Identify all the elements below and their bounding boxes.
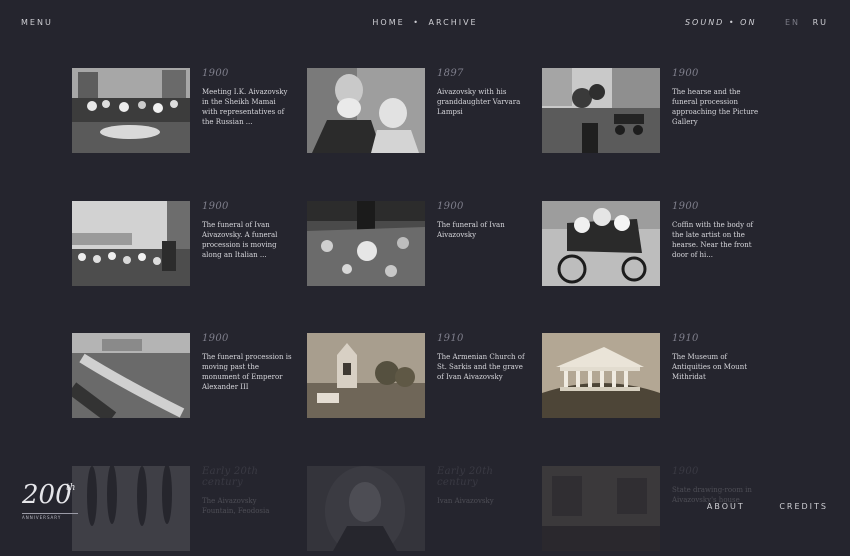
anniversary-logo[interactable]: 200 th ANNIVERSARY — [22, 480, 78, 520]
breadcrumb-home[interactable]: HOME — [372, 18, 404, 27]
archive-photo-garden-crowd[interactable] — [72, 68, 190, 153]
archive-card-meta: 1910 The Armenian Church of St. Sarkis a… — [437, 333, 527, 382]
archive-year: 1900 — [202, 201, 229, 212]
archive-photo-portrait[interactable] — [307, 466, 425, 551]
archive-year: Early 20th century — [437, 466, 494, 488]
logo-rule — [22, 513, 78, 514]
archive-card[interactable]: 1900 The funeral of Ivan Aivazovsky. A f… — [72, 201, 292, 291]
archive-year: 1900 — [202, 333, 229, 344]
archive-year: 1900 — [672, 68, 699, 79]
archive-card[interactable]: 1900 Meeting I.K. Aivazovsky in the Shei… — [72, 68, 292, 158]
archive-year: 1900 — [672, 466, 699, 477]
about-link[interactable]: ABOUT — [707, 502, 745, 511]
archive-photo-procession-square[interactable] — [72, 333, 190, 418]
archive-card-meta: 1900 The funeral procession is moving pa… — [202, 333, 292, 392]
archive-card[interactable]: 1897 Aivazovsky with his granddaughter V… — [307, 68, 527, 158]
archive-card-meta: 1900 The funeral of Ivan Aivazovsky. A f… — [202, 201, 292, 260]
archive-photo-funeral-crowd-street[interactable] — [72, 201, 190, 286]
sound-toggle[interactable]: SOUND • ON — [685, 18, 756, 27]
top-bar: MENU HOME • ARCHIVE SOUND • ON EN RU — [0, 0, 850, 46]
credits-link[interactable]: CREDITS — [779, 502, 828, 511]
archive-card-meta: Early 20th century The Aivazovsky Founta… — [202, 466, 292, 516]
archive-card[interactable]: 1900 State drawing-room in Aivazovsky's … — [542, 466, 762, 556]
archive-title[interactable]: The funeral of Ivan Aivazovsky. A funera… — [202, 220, 292, 260]
archive-year: Early 20th century — [202, 466, 259, 488]
archive-title[interactable]: The hearse and the funeral procession ap… — [672, 87, 762, 127]
archive-card[interactable]: 1900 The funeral of Ivan Aivazovsky — [307, 201, 527, 291]
archive-card[interactable]: 1900 The funeral procession is moving pa… — [72, 333, 292, 423]
archive-title[interactable]: Coffin with the body of the late artist … — [672, 220, 762, 260]
archive-card-meta: 1900 State drawing-room in Aivazovsky's … — [672, 466, 762, 505]
archive-card[interactable]: Early 20th century Ivan Aivazovsky — [307, 466, 527, 556]
archive-title[interactable]: The Aivazovsky Fountain, Feodosia — [202, 496, 292, 516]
language-en[interactable]: EN — [785, 18, 800, 27]
archive-card[interactable]: 1910 The Armenian Church of St. Sarkis a… — [307, 333, 527, 423]
logo-suffix: th — [66, 483, 76, 493]
archive-title[interactable]: The funeral procession is moving past th… — [202, 352, 292, 392]
archive-title[interactable]: The funeral of Ivan Aivazovsky — [437, 220, 527, 240]
archive-year: 1897 — [437, 68, 464, 79]
archive-year: 1910 — [437, 333, 464, 344]
archive-photo-museum-antiquities[interactable] — [542, 333, 660, 418]
breadcrumb-archive: ARCHIVE — [428, 18, 478, 27]
archive-photo-funeral-street[interactable] — [542, 68, 660, 153]
logo-caption: ANNIVERSARY — [22, 515, 62, 520]
archive-photo-hearse-flowers[interactable] — [542, 201, 660, 286]
language-ru[interactable]: RU — [813, 18, 828, 27]
breadcrumb-separator: • — [413, 18, 420, 27]
archive-title[interactable]: Meeting I.K. Aivazovsky in the Sheikh Ma… — [202, 87, 292, 127]
footer-links: ABOUT CREDITS — [677, 502, 828, 511]
archive-year: 1900 — [437, 201, 464, 212]
archive-photo-old-man-and-child[interactable] — [307, 68, 425, 153]
archive-year: 1900 — [672, 201, 699, 212]
archive-card[interactable]: 1900 The hearse and the funeral processi… — [542, 68, 762, 158]
archive-card-meta: 1900 The funeral of Ivan Aivazovsky — [437, 201, 527, 240]
archive-card-meta: 1900 Coffin with the body of the late ar… — [672, 201, 762, 260]
archive-year: 1900 — [202, 68, 229, 79]
archive-title[interactable]: Ivan Aivazovsky — [437, 496, 527, 506]
archive-card-meta: Early 20th century Ivan Aivazovsky — [437, 466, 527, 506]
archive-card[interactable]: Early 20th century The Aivazovsky Founta… — [72, 466, 292, 556]
archive-card-meta: 1900 The hearse and the funeral processi… — [672, 68, 762, 127]
archive-year: 1910 — [672, 333, 699, 344]
archive-photo-fountain-poplars[interactable] — [72, 466, 190, 551]
header-controls: SOUND • ON EN RU — [685, 18, 828, 27]
archive-grid: 1900 Meeting I.K. Aivazovsky in the Shei… — [72, 68, 782, 551]
logo-number: 200 — [22, 480, 72, 510]
archive-title[interactable]: Aivazovsky with his granddaughter Varvar… — [437, 87, 527, 117]
archive-photo-funeral-church[interactable] — [307, 201, 425, 286]
archive-card-meta: 1910 The Museum of Antiquities on Mount … — [672, 333, 762, 382]
archive-photo-armenian-church[interactable] — [307, 333, 425, 418]
archive-card-meta: 1897 Aivazovsky with his granddaughter V… — [437, 68, 527, 117]
archive-card[interactable]: 1910 The Museum of Antiquities on Mount … — [542, 333, 762, 423]
archive-title[interactable]: The Armenian Church of St. Sarkis and th… — [437, 352, 527, 382]
archive-card-meta: 1900 Meeting I.K. Aivazovsky in the Shei… — [202, 68, 292, 127]
archive-card[interactable]: 1900 Coffin with the body of the late ar… — [542, 201, 762, 291]
archive-photo-drawing-room[interactable] — [542, 466, 660, 551]
archive-title[interactable]: The Museum of Antiquities on Mount Mithr… — [672, 352, 762, 382]
